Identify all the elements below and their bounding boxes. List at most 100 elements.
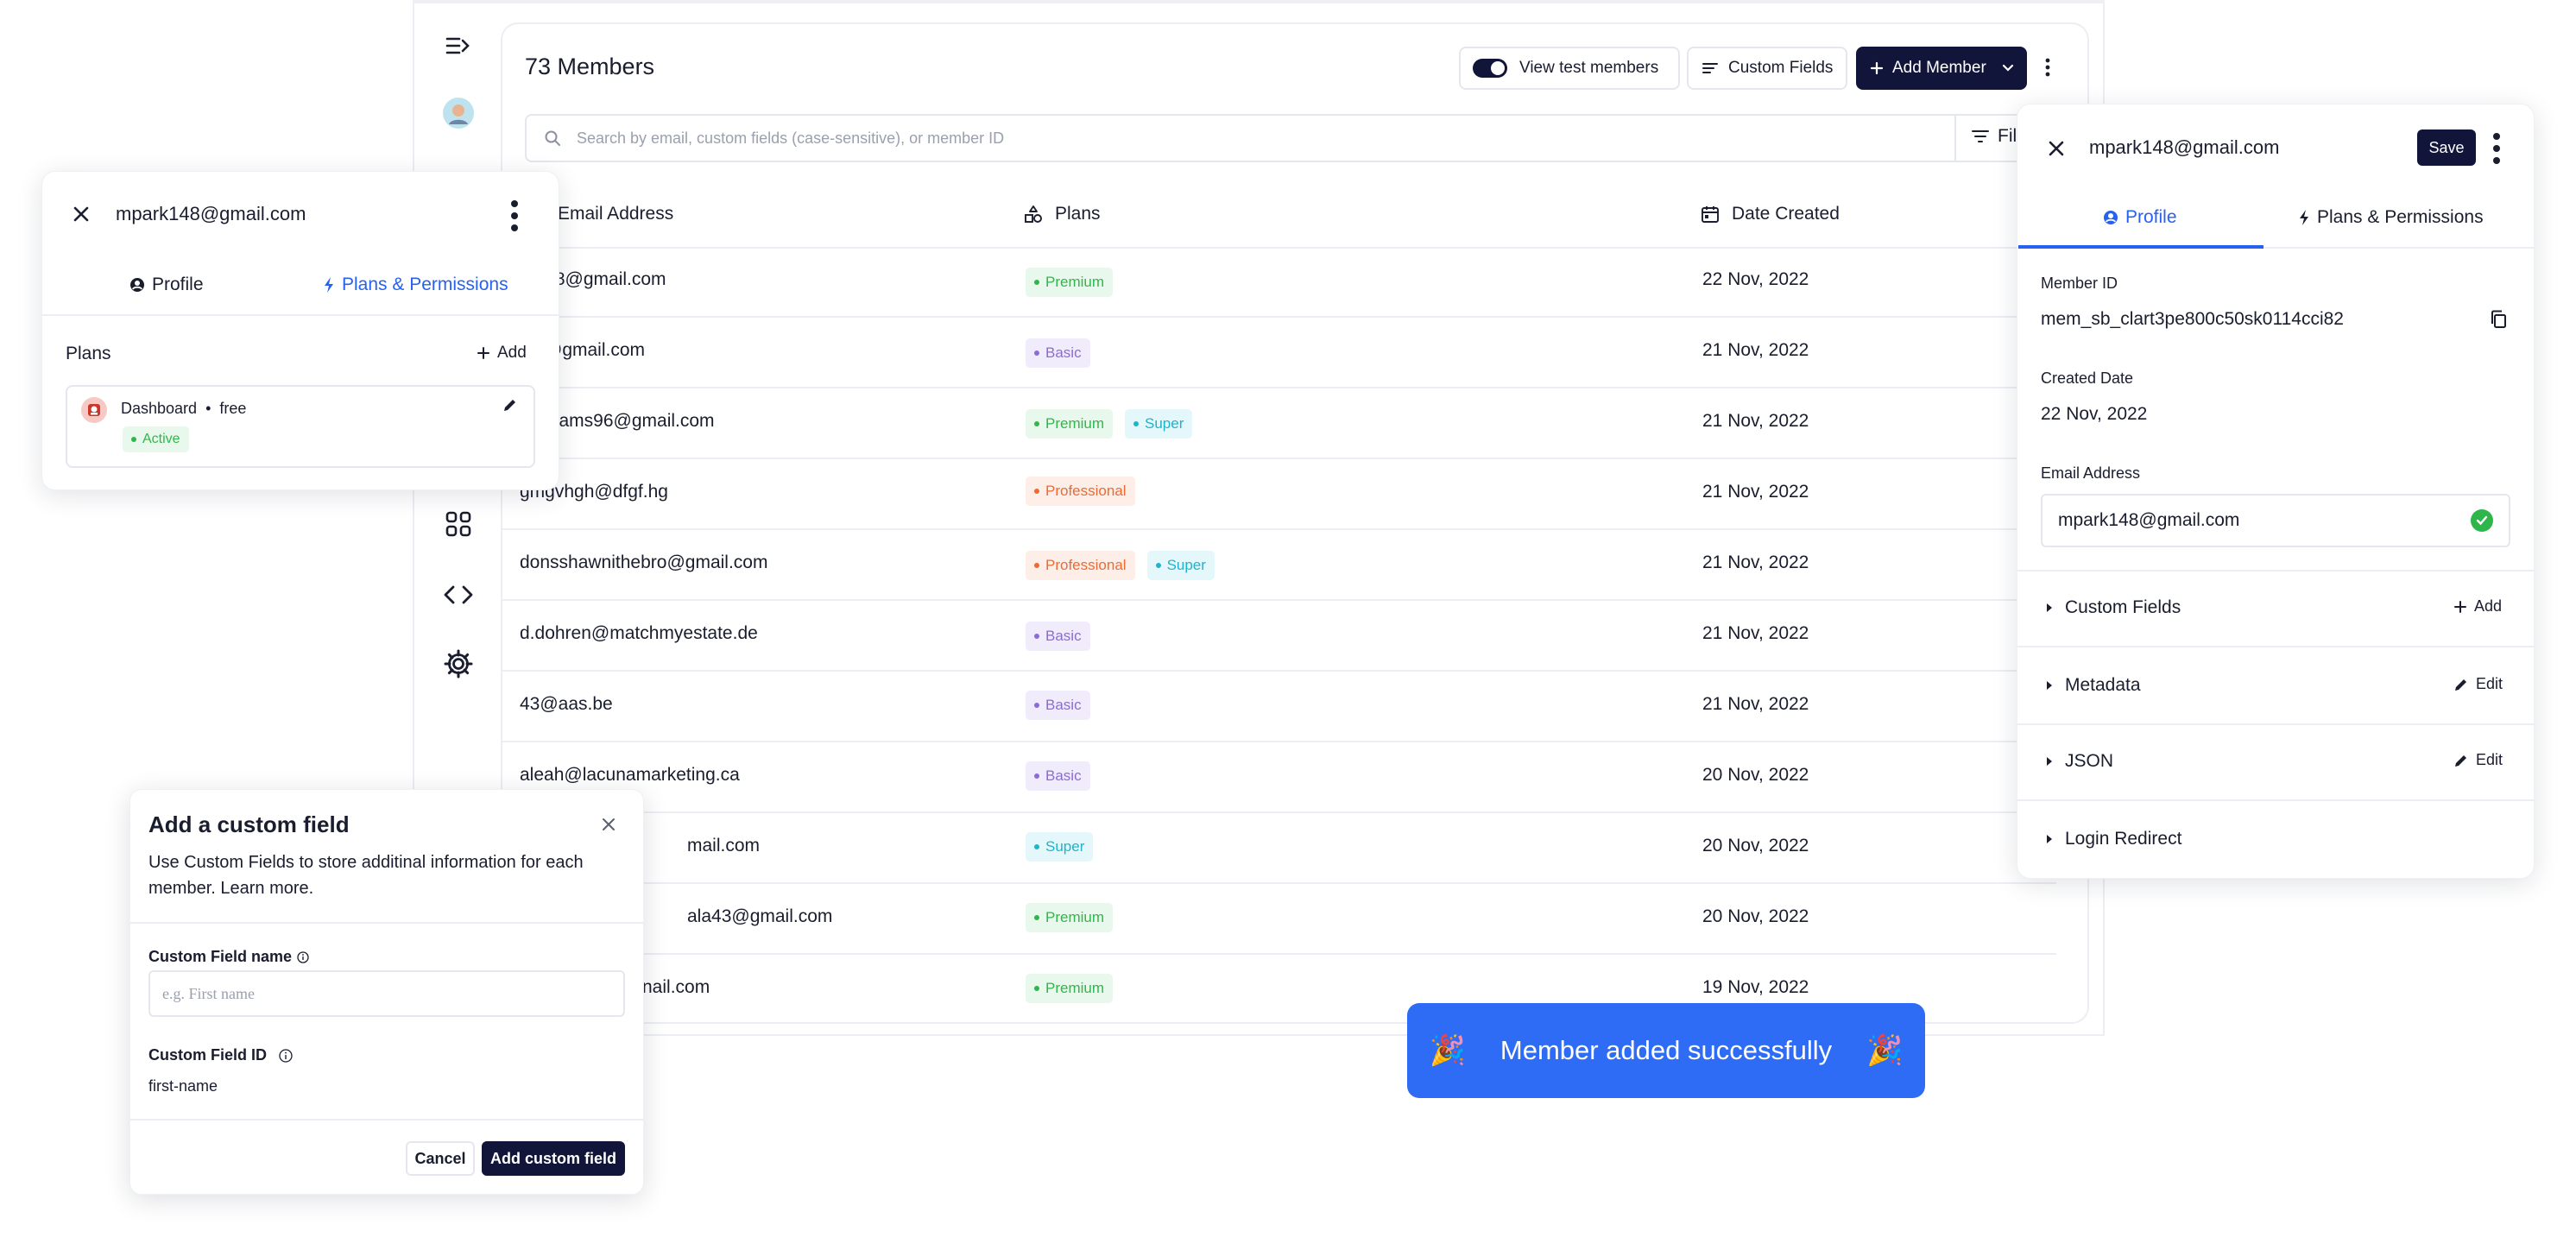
section-custom-fields-label: Custom Fields — [2065, 597, 2181, 617]
close-icon[interactable] — [71, 204, 92, 224]
table-row-email[interactable]: donsshawnithebro@gmail.com — [520, 552, 767, 573]
more-options-icon[interactable] — [2034, 52, 2061, 83]
add-plan-button[interactable]: Add — [477, 344, 527, 363]
collapse-menu-icon[interactable] — [440, 28, 477, 64]
custom-field-id-label: Custom Field ID — [148, 1046, 293, 1064]
section-custom-fields[interactable]: Custom Fields — [2046, 597, 2181, 618]
section-login-redirect[interactable]: Login Redirect — [2046, 829, 2181, 849]
view-test-members-toggle[interactable]: View test members — [1459, 47, 1680, 90]
table-row-date: 20 Nov, 2022 — [1702, 906, 1809, 926]
filter-button[interactable]: Fil — [1972, 126, 2017, 147]
member-id-label: Member ID — [2041, 275, 2118, 292]
close-icon[interactable] — [599, 815, 618, 834]
pencil-icon — [2453, 753, 2469, 768]
info-icon[interactable] — [279, 1048, 293, 1063]
plan-name-label: Dashboard — [121, 400, 198, 417]
members-card — [501, 22, 2089, 1024]
pencil-icon[interactable] — [501, 395, 520, 414]
edit-label: Edit — [2476, 751, 2503, 768]
tab-profile[interactable]: Profile — [129, 275, 204, 295]
table-row-email[interactable]: ala43@gmail.com — [687, 906, 832, 927]
success-toast: 🎉 Member added successfully 🎉 — [1407, 1003, 1925, 1098]
row-plans: Basic — [1026, 622, 1090, 651]
plan-tag-super: Super — [1146, 551, 1215, 580]
custom-fields-button[interactable]: Custom Fields — [1687, 47, 1847, 90]
column-header-date[interactable]: Date Created — [1701, 204, 1840, 224]
close-icon[interactable] — [2046, 138, 2067, 159]
row-plans: Professional — [1026, 477, 1135, 506]
plan-tag-professional: Professional — [1026, 551, 1135, 580]
tab-profile-label: Profile — [152, 275, 204, 294]
active-tab-indicator — [2018, 245, 2263, 249]
more-options-icon[interactable] — [2486, 129, 2507, 167]
custom-fields-label: Custom Fields — [1728, 59, 1834, 77]
save-button[interactable]: Save — [2417, 129, 2476, 166]
panel-member-email: mpark148@gmail.com — [116, 203, 306, 224]
members-count-title: 73 Members — [525, 54, 655, 79]
tab-plans-permissions[interactable]: Plans & Permissions — [323, 275, 508, 295]
user-avatar-icon[interactable] — [440, 95, 477, 131]
plan-separator: • — [205, 400, 212, 417]
add-member-label: Add Member — [1892, 59, 1986, 77]
add-member-button[interactable]: Add Member — [1856, 47, 2027, 90]
table-row-email[interactable]: nail.com — [642, 977, 710, 998]
edit-metadata-button[interactable]: Edit — [2453, 675, 2503, 693]
copy-icon[interactable] — [2486, 307, 2510, 331]
plus-icon — [2453, 600, 2467, 614]
pencil-icon — [2453, 677, 2469, 692]
toast-message: Member added successfully — [1500, 1035, 1833, 1065]
table-row-date: 19 Nov, 2022 — [1702, 977, 1809, 997]
plan-tag-basic: Basic — [1026, 338, 1090, 368]
more-options-icon[interactable] — [501, 197, 528, 235]
table-row-date: 20 Nov, 2022 — [1702, 765, 1809, 785]
created-date-value: 22 Nov, 2022 — [2041, 404, 2148, 424]
column-plans-label: Plans — [1055, 204, 1101, 224]
modal-title: Add a custom field — [148, 811, 350, 837]
status-badge: Active — [123, 426, 189, 452]
column-header-plans[interactable]: Plans — [1024, 204, 1101, 224]
table-row-email[interactable]: mail.com — [687, 836, 760, 856]
plus-icon — [1870, 61, 1884, 75]
plan-tag-basic: Basic — [1026, 691, 1090, 720]
add-label: Add — [2474, 597, 2503, 615]
table-row-date: 21 Nov, 2022 — [1702, 552, 1809, 572]
search-input[interactable]: Search by email, custom fields (case-sen… — [525, 114, 2044, 162]
apps-grid-icon[interactable] — [440, 506, 477, 542]
add-custom-field-button[interactable]: Add — [2453, 597, 2502, 616]
column-header-email[interactable]: Email Address — [558, 204, 673, 224]
cancel-button[interactable]: Cancel — [406, 1141, 475, 1176]
input-placeholder: e.g. First name — [162, 984, 255, 1002]
row-plans: Super — [1026, 832, 1094, 862]
tab-divider — [41, 314, 559, 316]
row-plans: Professional Super — [1026, 551, 1215, 580]
table-row-email[interactable]: d.dohren@matchmyestate.de — [520, 623, 758, 644]
table-row-email[interactable]: 43@aas.be — [520, 694, 613, 715]
edit-json-button[interactable]: Edit — [2453, 751, 2503, 769]
table-row-date: 21 Nov, 2022 — [1702, 694, 1809, 714]
email-field[interactable]: mpark148@gmail.com — [2041, 494, 2510, 547]
chevron-down-icon — [2002, 64, 2014, 73]
section-json[interactable]: JSON — [2046, 751, 2113, 772]
add-custom-field-button[interactable]: Add custom field — [482, 1141, 625, 1176]
tab-plans-label: Plans & Permissions — [342, 275, 508, 294]
search-icon — [544, 129, 561, 147]
party-popper-icon: 🎉 — [1429, 1034, 1466, 1067]
lightning-icon — [2298, 209, 2310, 226]
toggle-switch[interactable] — [1473, 59, 1507, 78]
custom-field-name-input[interactable]: e.g. First name — [148, 970, 625, 1017]
modal-divider — [129, 1119, 644, 1121]
table-row-email[interactable]: aleah@lacunamarketing.ca — [520, 765, 740, 786]
column-date-label: Date Created — [1732, 204, 1840, 224]
tab-plans-permissions[interactable]: Plans & Permissions — [2298, 207, 2484, 228]
plan-tag-premium: Premium — [1026, 974, 1114, 1003]
info-icon[interactable] — [297, 950, 309, 963]
created-date-label: Created Date — [2041, 369, 2134, 387]
section-metadata[interactable]: Metadata — [2046, 675, 2141, 696]
plan-tag-super: Super — [1026, 832, 1094, 862]
filter-icon — [1972, 129, 1989, 143]
tab-profile[interactable]: Profile — [2103, 207, 2177, 228]
plan-name: Dashboard • free — [121, 400, 246, 418]
code-icon[interactable] — [440, 577, 477, 613]
settings-gear-icon[interactable] — [440, 646, 477, 682]
edit-label: Edit — [2476, 675, 2503, 692]
